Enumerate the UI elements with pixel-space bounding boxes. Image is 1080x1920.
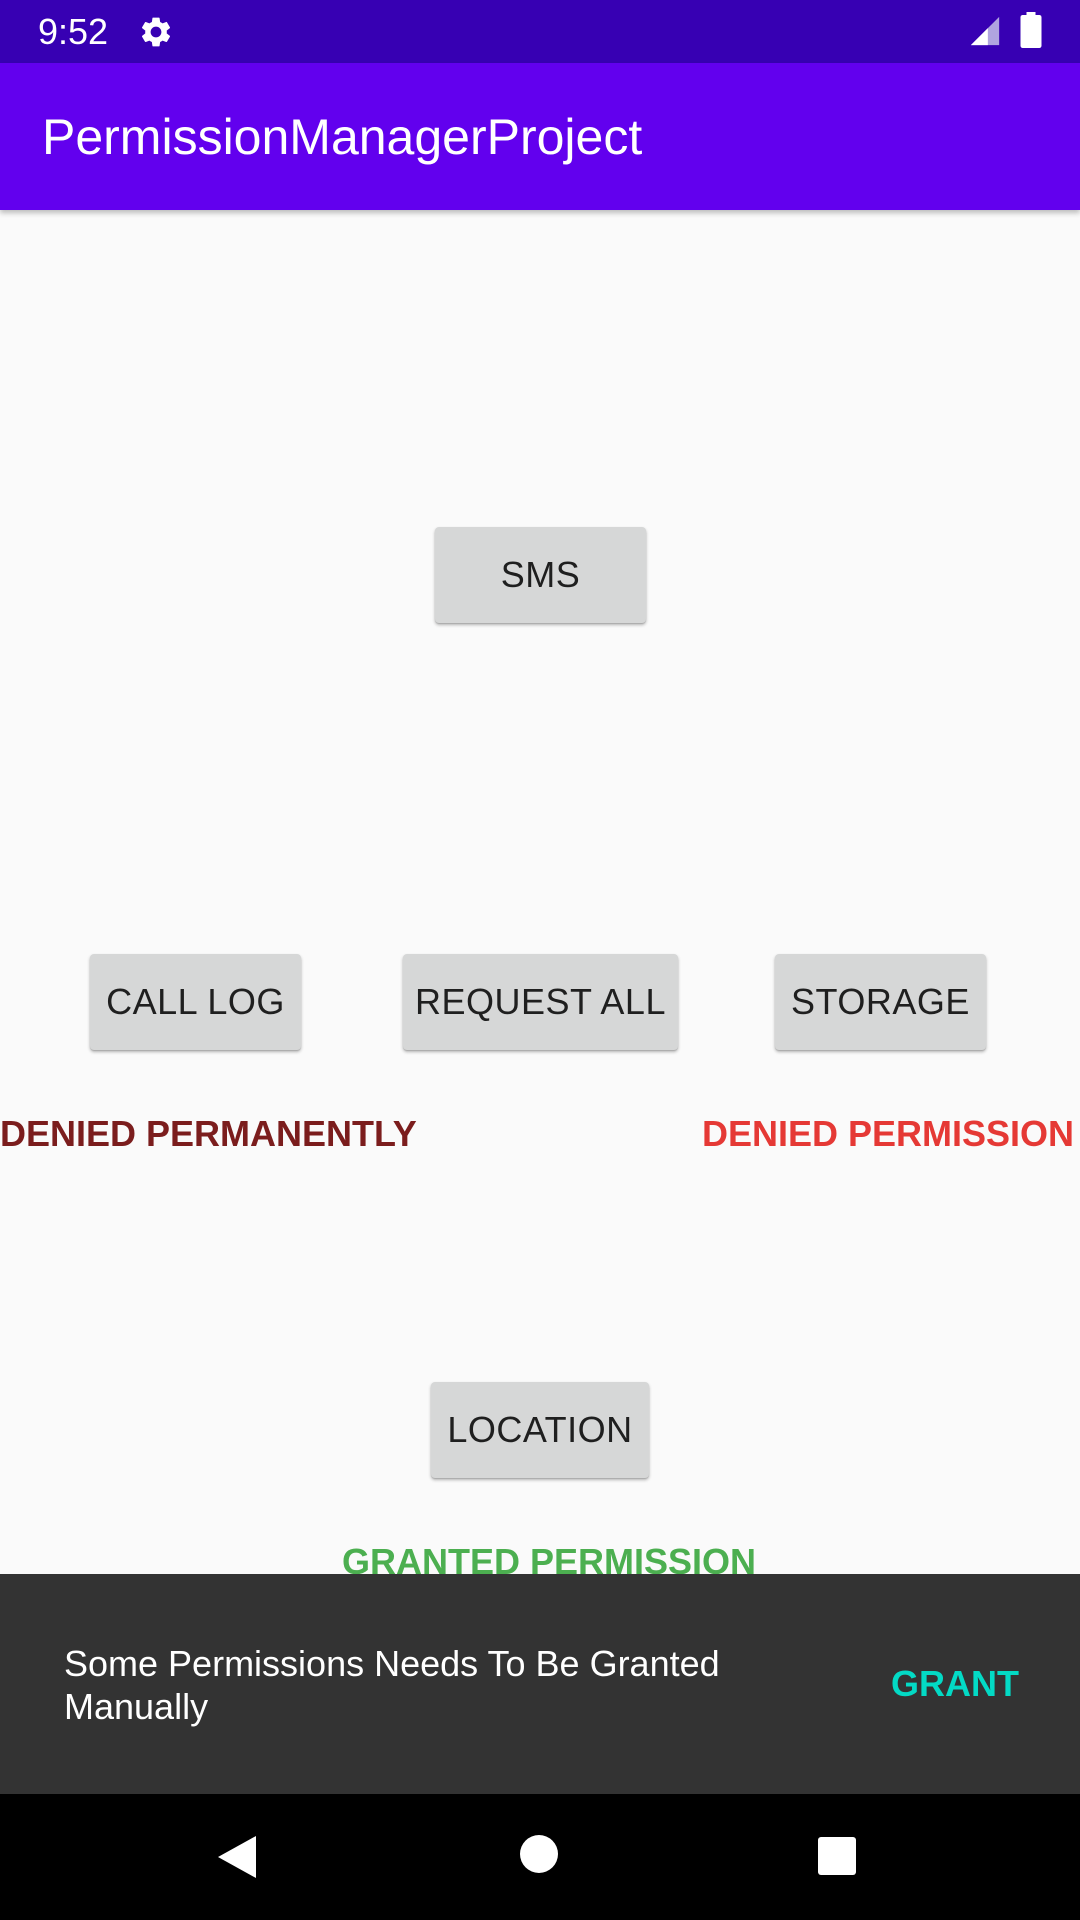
sms-button[interactable]: SMS xyxy=(435,527,646,623)
snackbar-message: Some Permissions Needs To Be Granted Man… xyxy=(64,1643,720,1727)
grant-button[interactable]: GRANT xyxy=(880,1656,1030,1712)
signal-icon xyxy=(970,16,1000,46)
app-bar: PermissionManagerProject xyxy=(0,63,1080,210)
back-icon[interactable] xyxy=(216,1834,258,1880)
request-all-button[interactable]: REQUEST ALL xyxy=(403,954,678,1050)
storage-button[interactable]: STORAGE xyxy=(775,954,986,1050)
snackbar: Some Permissions Needs To Be Granted Man… xyxy=(0,1574,1080,1794)
app-title: PermissionManagerProject xyxy=(42,109,643,165)
status-bar: 9:52 xyxy=(0,0,1080,63)
location-button[interactable]: LOCATION xyxy=(431,1382,649,1478)
navigation-bar xyxy=(0,1794,1080,1920)
status-time: 9:52 xyxy=(38,11,109,52)
call-log-status: DENIED PERMANENTLY xyxy=(0,1113,417,1154)
home-icon[interactable] xyxy=(519,1834,559,1874)
battery-icon xyxy=(1020,12,1042,48)
call-log-button[interactable]: CALL LOG xyxy=(90,954,301,1050)
gear-icon xyxy=(141,17,171,47)
recents-icon[interactable] xyxy=(817,1836,857,1876)
screen: 9:52 PermissionManagerProject SMS CALL L… xyxy=(0,0,1080,1920)
storage-status: DENIED PERMISSION xyxy=(702,1113,1075,1154)
